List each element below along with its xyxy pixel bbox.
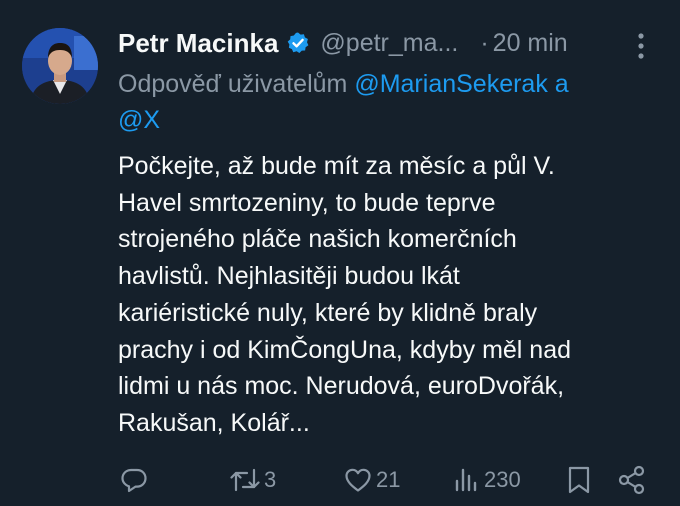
action-bar: 3 21 230	[118, 462, 658, 498]
tweet-line: prachy i od KimČongUna, kdyby měl nad	[118, 335, 572, 364]
retweet-count: 3	[264, 467, 277, 492]
tweet-line: strojeného pláče našich komerčních	[118, 225, 517, 254]
reply-conjunction: a	[554, 70, 569, 98]
tweet-card[interactable]: Petr Macinka @petr_ma... · 20 min Odpově…	[0, 0, 680, 506]
views-count: 230	[484, 467, 521, 492]
tweet-line: Havel smrtozeniny, to bude teprve	[118, 188, 496, 217]
like-count: 21	[376, 467, 401, 492]
avatar-image	[22, 28, 98, 104]
reply-button[interactable]	[120, 462, 148, 498]
share-icon	[618, 465, 646, 495]
retweet-icon	[230, 466, 260, 494]
bookmark-icon	[566, 465, 592, 495]
tweet-line: Rakušan, Kolář...	[118, 408, 310, 437]
author-handle[interactable]: @petr_ma...	[320, 29, 458, 58]
tweet-line: kariéristické nuly, které by klidně bral…	[118, 298, 538, 327]
author-name[interactable]: Petr Macinka	[118, 28, 278, 59]
reply-prefix: Odpověď uživatelům	[118, 70, 348, 98]
more-options-icon[interactable]	[634, 32, 648, 60]
verified-badge-icon	[286, 31, 310, 55]
tweet-line: Počkejte, až bude mít za měsíc a půl V.	[118, 152, 555, 180]
tweet-line: lidmi u nás moc. Nerudová, euroDvořák,	[118, 372, 565, 401]
mention-link-2[interactable]: @X	[118, 106, 160, 134]
bookmark-button[interactable]	[566, 462, 592, 498]
retweet-button[interactable]: 3	[230, 462, 276, 498]
separator-dot: ·	[480, 28, 489, 57]
like-button[interactable]: 21	[344, 462, 400, 498]
heart-icon	[344, 466, 372, 494]
mention-link-1[interactable]: @MarianSekerak	[354, 70, 548, 98]
tweet-text: Počkejte, až bude mít za měsíc a půl V. …	[118, 148, 666, 442]
reply-context: Odpověď uživatelům @MarianSekerak a @X	[118, 66, 658, 138]
views-button[interactable]: 230	[452, 462, 521, 498]
reply-icon	[120, 466, 148, 494]
timestamp[interactable]: 20 min	[493, 29, 568, 58]
tweet-header: Petr Macinka @petr_ma... · 20 min	[118, 26, 568, 60]
tweet-line: havlistů. Nejhlasitěji budou lkát	[118, 262, 460, 291]
views-chart-icon	[452, 466, 480, 494]
avatar[interactable]	[22, 28, 98, 104]
share-button[interactable]	[618, 462, 646, 498]
